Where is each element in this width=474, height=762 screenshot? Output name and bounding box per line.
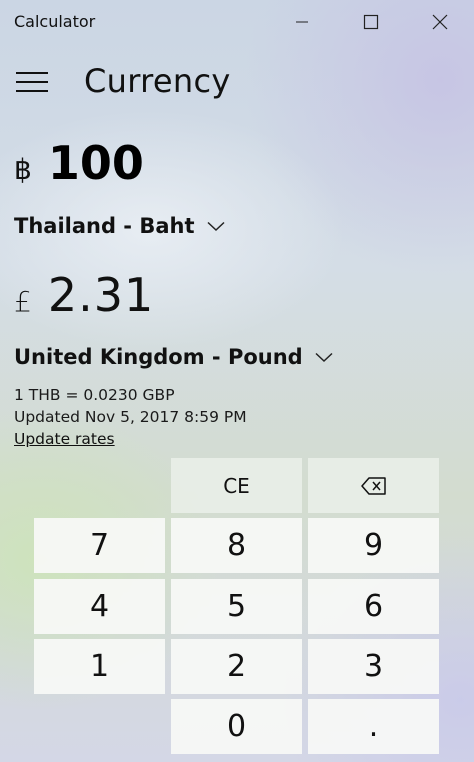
close-icon bbox=[432, 14, 448, 30]
to-amount: 2.31 bbox=[47, 268, 155, 322]
hamburger-icon bbox=[16, 72, 48, 92]
update-rates-link[interactable]: Update rates bbox=[14, 430, 115, 448]
from-unit-label: Thailand - Baht bbox=[14, 214, 195, 238]
exchange-rate-text: 1 THB = 0.0230 GBP bbox=[14, 386, 175, 404]
rate-info: 1 THB = 0.0230 GBP Updated Nov 5, 2017 8… bbox=[14, 384, 247, 450]
chevron-down-icon bbox=[315, 352, 333, 363]
app-title: Calculator bbox=[14, 12, 96, 31]
minimize-icon bbox=[296, 21, 308, 23]
from-currency-symbol: ฿ bbox=[14, 153, 32, 186]
backspace-button[interactable] bbox=[308, 458, 439, 513]
chevron-down-icon bbox=[206, 221, 225, 232]
digit-8-button[interactable]: 8 bbox=[171, 518, 302, 573]
digit-5-button[interactable]: 5 bbox=[171, 579, 302, 634]
digit-7-button[interactable]: 7 bbox=[34, 518, 165, 573]
digit-9-button[interactable]: 9 bbox=[308, 518, 439, 573]
close-button[interactable] bbox=[406, 0, 474, 44]
to-currency-symbol: £ bbox=[14, 285, 32, 318]
to-value-display[interactable]: £ 2.31 bbox=[14, 268, 154, 322]
clear-entry-button[interactable]: CE bbox=[171, 458, 302, 513]
mode-title: Currency bbox=[84, 62, 231, 100]
header: Currency bbox=[0, 52, 474, 112]
decimal-button[interactable]: . bbox=[308, 699, 439, 754]
digit-6-button[interactable]: 6 bbox=[308, 579, 439, 634]
backspace-icon bbox=[360, 476, 386, 495]
maximize-icon bbox=[363, 14, 379, 30]
minimize-button[interactable] bbox=[268, 0, 336, 44]
digit-4-button[interactable]: 4 bbox=[34, 579, 165, 634]
digit-0-button[interactable]: 0 bbox=[171, 699, 302, 754]
from-value-display[interactable]: ฿ 100 bbox=[14, 136, 144, 190]
digit-2-button[interactable]: 2 bbox=[171, 639, 302, 694]
to-unit-label: United Kingdom - Pound bbox=[14, 345, 303, 369]
from-amount: 100 bbox=[47, 136, 144, 190]
digit-1-button[interactable]: 1 bbox=[34, 639, 165, 694]
from-unit-dropdown[interactable]: Thailand - Baht bbox=[14, 214, 225, 238]
to-unit-dropdown[interactable]: United Kingdom - Pound bbox=[14, 345, 333, 369]
updated-timestamp: Updated Nov 5, 2017 8:59 PM bbox=[14, 408, 247, 426]
digit-3-button[interactable]: 3 bbox=[308, 639, 439, 694]
title-bar: Calculator bbox=[0, 0, 474, 44]
maximize-button[interactable] bbox=[337, 0, 405, 44]
menu-button[interactable] bbox=[10, 60, 54, 104]
